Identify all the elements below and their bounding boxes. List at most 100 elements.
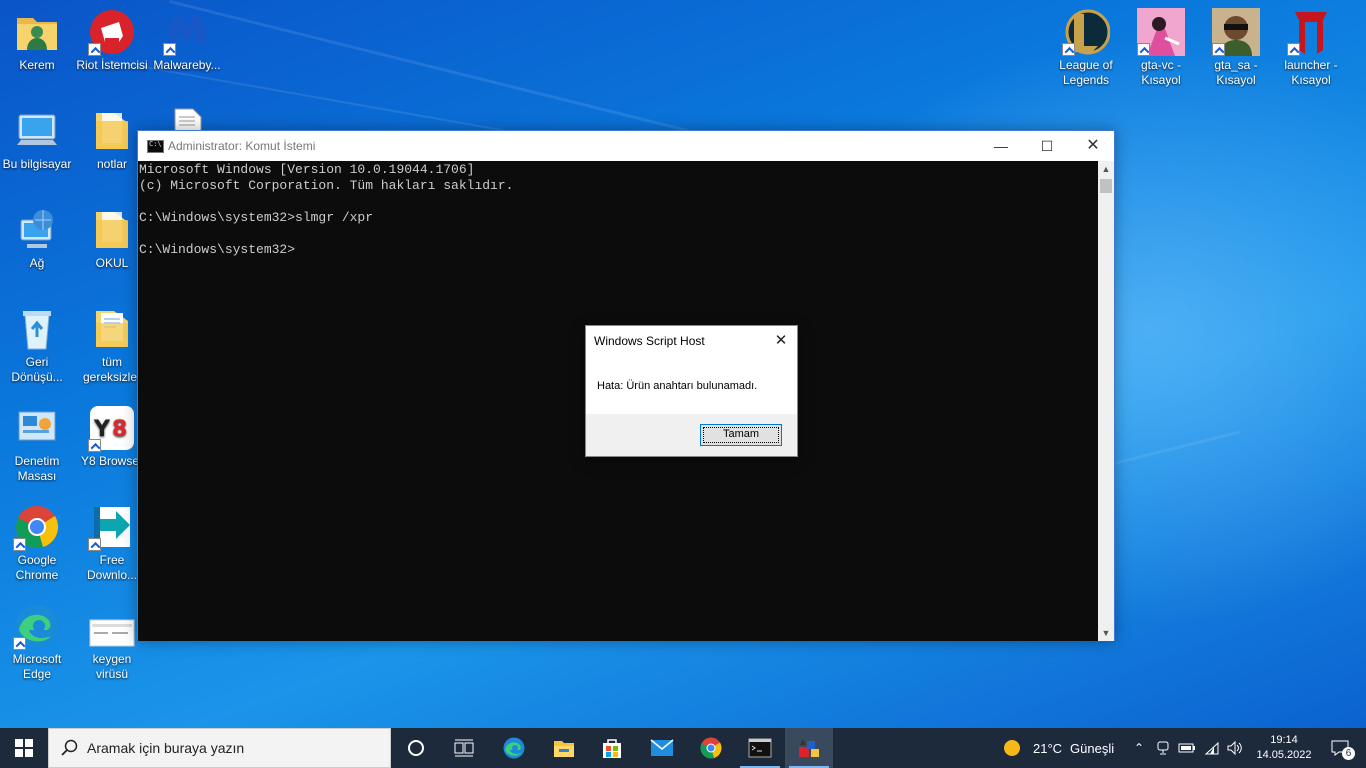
desktop-icon-control-panel[interactable]: Denetim Masası [0,404,74,484]
search-icon [61,739,78,756]
tray-overflow-button[interactable]: ⌃ [1131,728,1147,768]
cmd-icon [147,140,164,153]
desktop-icon-edge[interactable]: Microsoft Edge [0,602,74,682]
desktop-icon-label: Kerem [19,58,55,72]
clock-time: 19:14 [1270,734,1298,746]
taskbar-cmd[interactable] [736,728,784,768]
taskbar-store[interactable] [588,728,636,768]
notification-center-button[interactable]: 6 [1320,728,1360,768]
riot-client-icon [88,8,136,56]
desktop-icon-league-of-legends[interactable]: League of Legends [1049,8,1123,88]
keygen-file-icon [88,602,136,650]
network-icon [13,206,61,254]
start-button[interactable] [0,728,48,768]
desktop-icon-label: Geri Dönüşü... [11,355,63,384]
desktop-icon-label: Microsoft Edge [12,652,62,681]
chrome-icon [13,503,61,551]
league-of-legends-icon [1062,8,1110,56]
search-input[interactable] [87,738,377,758]
taskbar-chrome[interactable] [687,728,735,768]
console-line: (c) Microsoft Corporation. Tüm hakları s… [139,178,514,193]
this-pc-icon [13,107,61,155]
desktop-icon-label: keygen virüsü [92,652,132,681]
desktop-icon-gta-sa[interactable]: gta_sa - Kısayol [1199,8,1273,88]
clock-date: 14.05.2022 [1256,749,1312,761]
cortana-button[interactable] [392,728,440,768]
close-button[interactable]: ✕ [1070,131,1116,161]
console-line: Microsoft Windows [Version 10.0.19044.17… [139,162,475,177]
wifi-icon [1204,741,1219,755]
desktop-icon-label: Denetim Masası [14,454,60,483]
desktop-icon-malwarebytes[interactable]: Malwareby... [150,8,224,73]
recycle-bin-icon [13,305,61,353]
clock[interactable]: 19:14 14.05.2022 [1252,728,1316,768]
window-titlebar[interactable]: Administrator: Komut İstemi — ☐ ✕ [138,131,1114,161]
desktop-icon-label: Ağ [29,256,45,270]
weather-widget[interactable]: 21°C Güneşli [1002,728,1114,768]
tray-network[interactable] [1204,728,1220,768]
edge-icon [503,737,525,759]
taskbar-mail[interactable] [638,728,686,768]
gta-sa-icon [1212,8,1260,56]
desktop-icon-label: Google Chrome [15,553,59,582]
dialog-close-icon[interactable]: ✕ [771,331,791,351]
tray-meet-now[interactable] [1155,728,1171,768]
mail-icon [650,739,674,756]
maximize-button[interactable]: ☐ [1024,131,1070,161]
console-line: C:\Windows\system32>slmgr /xpr [139,210,374,225]
taskbar-edge[interactable] [490,728,538,768]
edge-icon [13,602,61,650]
tray-battery[interactable] [1178,728,1196,768]
dialog-footer: Tamam [586,414,797,456]
minimize-button[interactable]: — [978,131,1024,161]
folder-icon [88,107,136,155]
script-host-icon [799,739,819,757]
desktop-icon-launcher[interactable]: launcher - Kısayol [1274,8,1348,88]
console-line: C:\Windows\system32> [139,242,296,257]
desktop-icon-label: launcher - Kısayol [1284,58,1338,87]
weather-temp: 21°C [1033,740,1063,756]
script-host-dialog[interactable]: Windows Script Host ✕ Hata: Ürün anahtar… [585,325,798,457]
dialog-title: Windows Script Host [594,334,705,348]
task-view-button[interactable] [440,728,488,768]
desktop-icon-label: gta-vc - Kısayol [1140,58,1181,87]
desktop-icon-recycle-bin[interactable]: Geri Dönüşü... [0,305,74,385]
chrome-icon [700,737,722,759]
desktop-icon-this-pc[interactable]: Bu bilgisayar [0,107,74,172]
battery-icon [1178,743,1195,753]
store-icon [603,739,621,758]
ok-button[interactable]: Tamam [700,424,782,446]
taskbar: 21°C Güneşli ⌃ 19:14 14.05.2022 6 [0,728,1366,768]
taskbar-file-explorer[interactable] [540,728,588,768]
document-icon [163,107,211,131]
notification-count: 6 [1342,747,1355,760]
desktop-icon-gta-vc[interactable]: gta-vc - Kısayol [1124,8,1198,88]
desktop-icon-label: gta_sa - Kısayol [1214,58,1258,87]
desktop-icon-label: League of Legends [1059,58,1113,87]
scroll-up-icon[interactable]: ▲ [1098,161,1114,177]
tray-volume[interactable] [1226,728,1244,768]
control-panel-icon [13,404,61,452]
y8-browser-icon: Y8 [88,404,136,452]
taskbar-script-host[interactable] [785,728,833,768]
volume-icon [1227,740,1242,756]
chevron-up-icon: ⌃ [1133,741,1145,755]
desktop-icon-label: Malwareby... [153,58,221,72]
desktop-icon-kerem[interactable]: Kerem [0,8,74,73]
cortana-icon [408,740,424,756]
vertical-scrollbar[interactable]: ▲ ▼ [1098,161,1114,641]
taskbar-search[interactable] [48,728,391,768]
svg-text:8: 8 [112,417,127,442]
scroll-down-icon[interactable]: ▼ [1098,625,1114,641]
desktop-icon-chrome[interactable]: Google Chrome [0,503,74,583]
desktop-icon-label: Bu bilgisayar [2,157,72,171]
scroll-thumb[interactable] [1100,179,1112,193]
desktop-icon-riot[interactable]: Riot İstemcisi [75,8,149,73]
task-view-icon [454,739,474,757]
meet-now-icon [1157,741,1169,755]
desktop-icon-network[interactable]: Ağ [0,206,74,271]
desktop-icon-document[interactable] [150,107,224,131]
cmd-icon [748,738,772,758]
